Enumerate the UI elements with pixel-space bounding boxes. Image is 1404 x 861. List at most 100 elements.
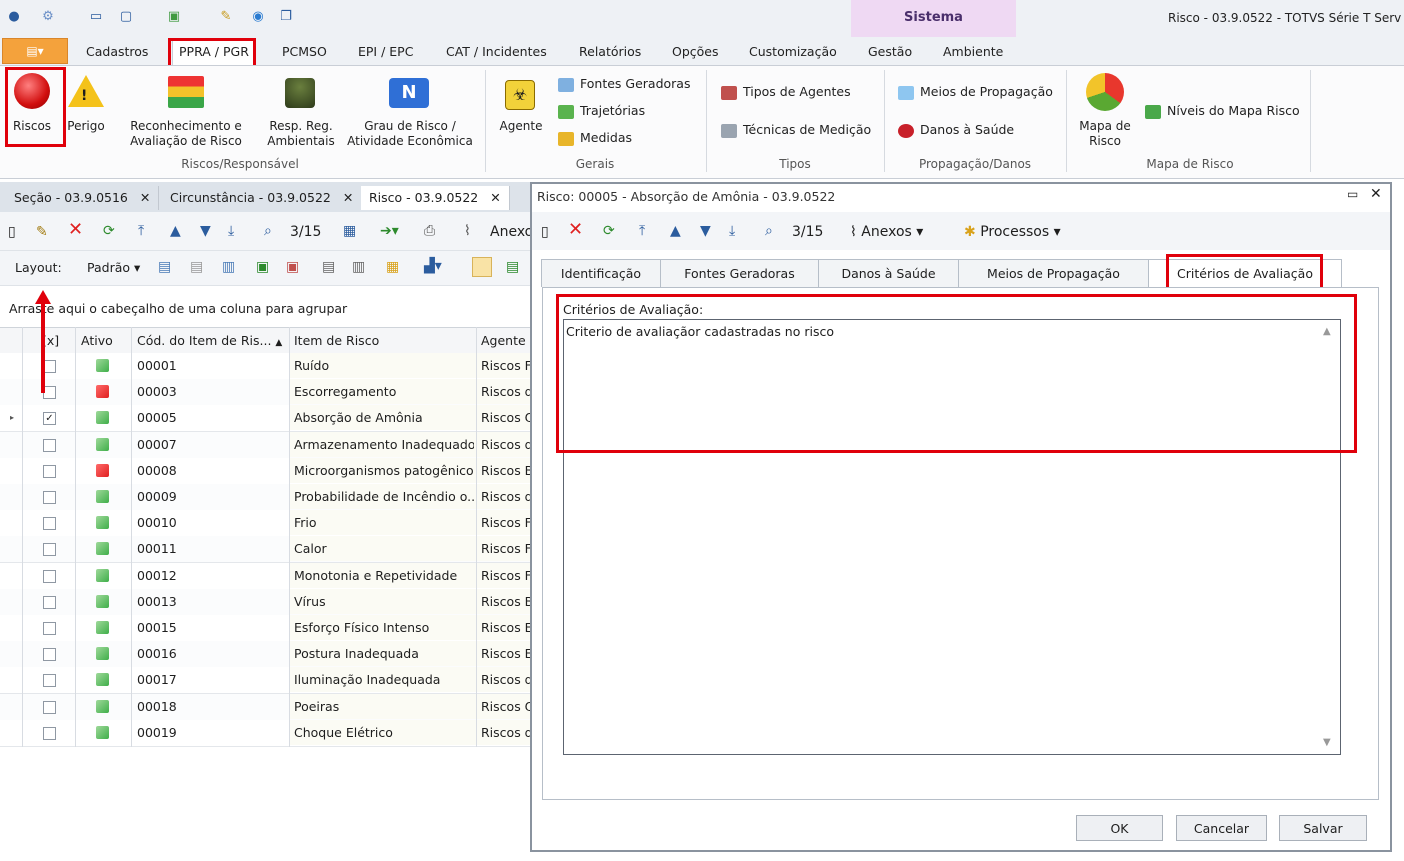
context-tab-label[interactable]: Sistema	[851, 10, 1016, 25]
table-row[interactable]: 00008 Microorganismos patogênicos Riscos B	[0, 457, 530, 485]
row-checkbox[interactable]	[43, 438, 56, 452]
first-record-icon[interactable]: ⤒	[138, 223, 144, 239]
table-row[interactable]: ▸ ✓ 00005 Absorção de Amônia Riscos Q	[0, 405, 530, 433]
chart-icon[interactable]: ▟▾	[424, 258, 442, 274]
qat-tools-icon[interactable]: ✎	[218, 9, 234, 25]
close-icon[interactable]: ✕	[140, 190, 150, 205]
dialog-anexos-button[interactable]: ⌇ Anexos ▾	[850, 224, 923, 240]
export-icon[interactable]: ➔▾	[380, 223, 399, 239]
file-menu-button[interactable]: ▤▾	[2, 38, 68, 64]
tab-customizacao[interactable]: Customização	[749, 44, 837, 59]
mapa-risco-button[interactable]: Mapa de Risco	[1074, 119, 1136, 149]
row-checkbox[interactable]	[43, 491, 56, 504]
tab-danos-saude[interactable]: Danos à Saúde	[818, 259, 959, 287]
table-row[interactable]: 00010 Frio Riscos F	[0, 510, 530, 538]
qat-copy-icon[interactable]: ❐	[278, 9, 294, 25]
view-toggle-icon[interactable]	[472, 257, 492, 277]
doc-tab-circunstancia[interactable]: Circunstância - 03.9.0522 ✕	[162, 186, 363, 210]
layout-padrao-dropdown[interactable]: Padrão ▾	[87, 260, 140, 275]
tab-cadastros[interactable]: Cadastros	[86, 44, 148, 59]
table-row[interactable]: 00018 Poeiras Riscos Q	[0, 693, 530, 721]
last-record-icon[interactable]: ⤓	[228, 223, 234, 239]
close-icon[interactable]: ✕	[343, 190, 353, 205]
search-icon[interactable]: ⌕	[264, 223, 272, 239]
new-icon[interactable]: ▯	[541, 224, 549, 240]
close-icon[interactable]: ✕	[490, 190, 500, 205]
table-row[interactable]: 00003 Escorregamento Riscos d	[0, 379, 530, 407]
tipos-agentes-button[interactable]: Tipos de Agentes	[721, 84, 851, 100]
delete-icon[interactable]: ✕	[68, 221, 83, 239]
dialog-processos-button[interactable]: ✱ Processos ▾	[964, 224, 1061, 240]
agente-button[interactable]: Agente	[495, 119, 547, 134]
calendar-icon[interactable]: ▦	[343, 223, 356, 239]
tab-ambiente[interactable]: Ambiente	[943, 44, 1003, 59]
row-checkbox[interactable]	[43, 648, 56, 662]
row-checkbox[interactable]	[43, 726, 56, 740]
danos-saude-button[interactable]: Danos à Saúde	[898, 122, 1014, 138]
previous-record-icon[interactable]: ▲	[170, 223, 181, 239]
row-checkbox[interactable]	[43, 595, 56, 609]
doc-tab-risco[interactable]: Risco - 03.9.0522 ✕	[361, 186, 510, 210]
reconhecimento-button[interactable]: Reconhecimento e Avaliação de Risco	[124, 119, 248, 149]
perigo-button[interactable]: Perigo	[64, 119, 108, 134]
table-row[interactable]: 00007 Armazenamento Inadequado Riscos d	[0, 431, 530, 459]
tab-cat-incidentes[interactable]: CAT / Incidentes	[446, 44, 547, 59]
qat-users-icon[interactable]: ⚙	[40, 9, 56, 25]
layout-save-icon[interactable]: ▤	[158, 259, 171, 275]
table-row[interactable]: 00011 Calor Riscos F	[0, 536, 530, 564]
table-row[interactable]: 00015 Esforço Físico Intenso Riscos E	[0, 615, 530, 642]
row-checkbox[interactable]	[43, 517, 56, 531]
layout-columns-icon[interactable]: ▥	[222, 259, 235, 275]
last-record-icon[interactable]: ⤓	[729, 223, 735, 239]
qat-globe-icon[interactable]: ◉	[250, 9, 266, 25]
niveis-mapa-button[interactable]: Níveis do Mapa Risco	[1145, 103, 1300, 119]
row-checkbox[interactable]	[43, 464, 56, 478]
next-record-icon[interactable]: ▼	[200, 223, 211, 239]
layout-sum-icon[interactable]: ▥	[352, 259, 365, 275]
scroll-down-icon[interactable]: ▼	[1323, 737, 1331, 748]
column-header-item[interactable]: Item de Risco	[294, 333, 379, 348]
refresh-icon[interactable]: ⟳	[603, 223, 615, 239]
search-icon[interactable]: ⌕	[765, 223, 773, 239]
delete-icon[interactable]: ✕	[568, 221, 583, 239]
tab-gestao[interactable]: Gestão	[868, 44, 912, 59]
row-checkbox[interactable]: ✓	[43, 412, 56, 426]
qat-window-icon[interactable]: ▭	[88, 9, 104, 25]
column-header-ativo[interactable]: Ativo	[81, 333, 113, 348]
tab-epi-epc[interactable]: EPI / EPC	[358, 44, 413, 59]
tab-opcoes[interactable]: Opções	[672, 44, 719, 59]
meios-propagacao-button[interactable]: Meios de Propagação	[898, 84, 1053, 100]
qat-layout-icon[interactable]: ▢	[118, 9, 134, 25]
refresh-icon[interactable]: ⟳	[103, 223, 115, 239]
table-row[interactable]: 00013 Vírus Riscos B	[0, 588, 530, 616]
app-logo-icon[interactable]: ●	[6, 9, 22, 25]
previous-record-icon[interactable]: ▲	[670, 223, 681, 239]
table-row[interactable]: 00009 Probabilidade de Incêndio o... Risco…	[0, 484, 530, 511]
cancelar-button[interactable]: Cancelar	[1176, 815, 1267, 841]
column-header-agente[interactable]: Agente	[481, 333, 526, 348]
row-checkbox[interactable]	[43, 569, 56, 583]
medidas-button[interactable]: Medidas	[558, 130, 632, 146]
tab-identificacao[interactable]: Identificação	[541, 259, 661, 287]
attachment-icon[interactable]: ⌇	[464, 223, 471, 239]
layout-up-icon[interactable]: ▣	[286, 259, 299, 275]
tab-fontes-geradoras[interactable]: Fontes Geradoras	[660, 259, 819, 287]
print-icon[interactable]: ⎙	[424, 223, 435, 239]
close-icon[interactable]: ✕	[1370, 186, 1382, 202]
resp-reg-ambientais-button[interactable]: Resp. Reg. Ambientais	[262, 119, 340, 149]
ok-button[interactable]: OK	[1076, 815, 1163, 841]
view-grid-icon[interactable]: ▤	[506, 259, 519, 275]
tecnicas-medicao-button[interactable]: Técnicas de Medição	[721, 122, 871, 138]
table-row[interactable]: 00016 Postura Inadequada Riscos E	[0, 641, 530, 669]
layout-delete-icon[interactable]: ▤	[190, 259, 203, 275]
tab-pcmso[interactable]: PCMSO	[282, 44, 327, 59]
fontes-geradoras-button[interactable]: Fontes Geradoras	[558, 76, 690, 92]
anexos-button[interactable]: Anexo	[490, 224, 533, 240]
qat-export-icon[interactable]: ▣	[166, 9, 182, 25]
row-checkbox[interactable]	[43, 674, 56, 688]
next-record-icon[interactable]: ▼	[700, 223, 711, 239]
row-checkbox[interactable]	[43, 622, 56, 635]
tab-relatorios[interactable]: Relatórios	[579, 44, 641, 59]
first-record-icon[interactable]: ⤒	[639, 223, 645, 239]
tab-meios-propagacao[interactable]: Meios de Propagação	[958, 259, 1149, 287]
